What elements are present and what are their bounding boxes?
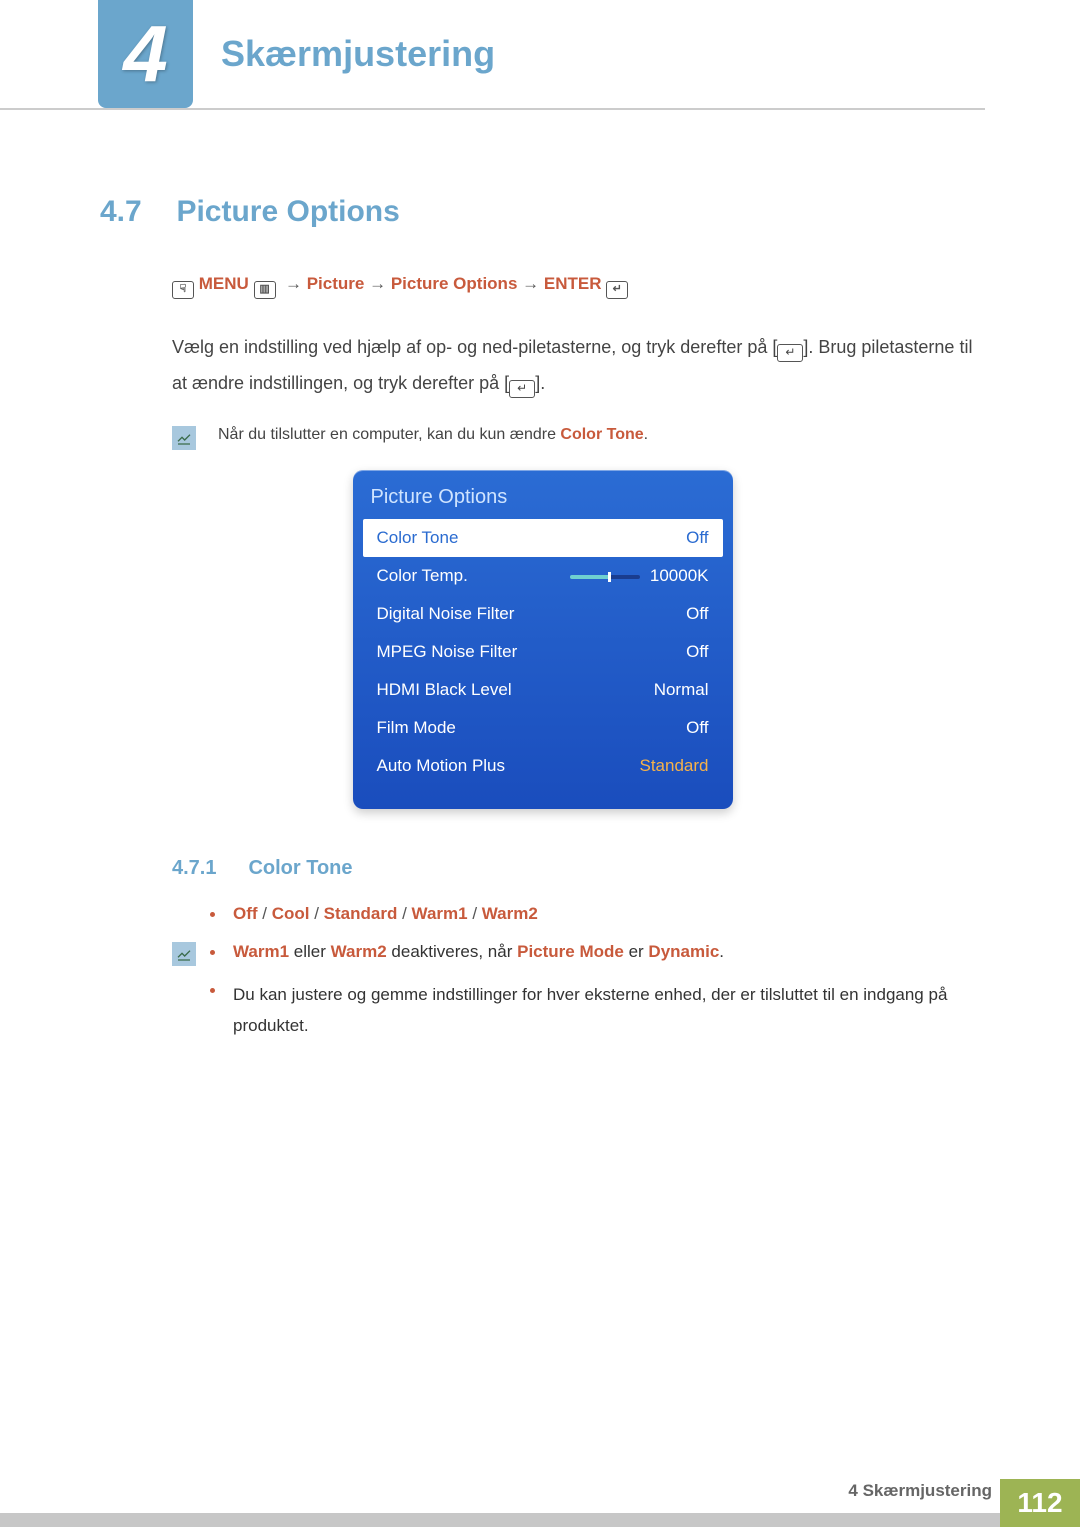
body-p1a: Vælg en indstilling ved hjælp af op- og … bbox=[172, 337, 777, 357]
osd-value: Off bbox=[686, 528, 708, 548]
chapter-number: 4 bbox=[123, 8, 168, 100]
osd-row-film-mode[interactable]: Film Mode Off bbox=[363, 709, 723, 747]
osd-row-mpeg-noise[interactable]: MPEG Noise Filter Off bbox=[363, 633, 723, 671]
osd-value: Off bbox=[686, 604, 708, 624]
slider-icon bbox=[570, 575, 640, 579]
osd-menu: Picture Options Color Tone Off Color Tem… bbox=[353, 470, 733, 809]
page-footer: 4 Skærmjustering 112 bbox=[0, 1479, 1080, 1527]
arrow-icon: → bbox=[369, 274, 386, 293]
nav-picture-options: Picture Options bbox=[391, 274, 518, 293]
osd-row-color-tone[interactable]: Color Tone Off bbox=[363, 519, 723, 557]
nav-picture: Picture bbox=[307, 274, 365, 293]
footer-chapter-label: 4 Skærmjustering bbox=[98, 1479, 1000, 1527]
osd-label: Digital Noise Filter bbox=[377, 604, 515, 624]
body-p1c: ]. bbox=[535, 373, 545, 393]
osd-label: HDMI Black Level bbox=[377, 680, 512, 700]
bullet-warm-note: Warm1 eller Warm2 deaktiveres, når Pictu… bbox=[210, 942, 985, 962]
osd-row-auto-motion[interactable]: Auto Motion Plus Standard bbox=[363, 747, 723, 785]
remote-icon: ☟ bbox=[172, 281, 194, 299]
note-row: Når du tilslutter en computer, kan du ku… bbox=[172, 426, 985, 450]
bullet-save-note: Du kan justere og gemme indstillinger fo… bbox=[210, 980, 985, 1041]
section-number: 4.7 bbox=[100, 195, 172, 229]
enter-icon: ↵ bbox=[777, 344, 803, 362]
osd-label: Color Tone bbox=[377, 528, 459, 548]
nav-enter: ENTER bbox=[544, 274, 602, 293]
bullet-icon bbox=[210, 912, 215, 917]
chapter-title: Skærmjustering bbox=[221, 33, 495, 75]
note-icon bbox=[172, 942, 196, 966]
osd-value: Off bbox=[686, 642, 708, 662]
subsection-number: 4.7.1 bbox=[172, 857, 244, 880]
osd-title: Picture Options bbox=[371, 486, 715, 509]
menu-navigation-path: ☟ MENU ▥ → Picture → Picture Options → E… bbox=[172, 274, 985, 299]
osd-value: 10000K bbox=[650, 566, 709, 585]
subsection-heading: 4.7.1 Color Tone bbox=[172, 857, 985, 880]
subsection-title: Color Tone bbox=[248, 857, 352, 880]
body-paragraph: Vælg en indstilling ved hjælp af op- og … bbox=[172, 329, 985, 401]
menu-grid-icon: ▥ bbox=[254, 281, 276, 299]
osd-row-color-temp[interactable]: Color Temp. 10000K bbox=[363, 557, 723, 595]
note-icon bbox=[172, 426, 196, 450]
section-title: Picture Options bbox=[176, 195, 399, 229]
osd-label: Film Mode bbox=[377, 718, 456, 738]
osd-value: Standard bbox=[640, 756, 709, 776]
bullet-options: Off / Cool / Standard / Warm1 / Warm2 bbox=[210, 904, 985, 924]
arrow-icon: → bbox=[285, 274, 302, 293]
osd-row-digital-noise[interactable]: Digital Noise Filter Off bbox=[363, 595, 723, 633]
bullet-list: Off / Cool / Standard / Warm1 / Warm2 Wa… bbox=[210, 904, 985, 1041]
osd-label: MPEG Noise Filter bbox=[377, 642, 518, 662]
chapter-header: 4 Skærmjustering bbox=[0, 0, 985, 110]
bullet-icon bbox=[210, 950, 215, 955]
note-text: Når du tilslutter en computer, kan du ku… bbox=[218, 426, 648, 444]
section-heading: 4.7 Picture Options bbox=[100, 195, 985, 229]
nav-menu: MENU bbox=[199, 274, 249, 293]
arrow-icon: → bbox=[522, 274, 539, 293]
osd-row-hdmi-black[interactable]: HDMI Black Level Normal bbox=[363, 671, 723, 709]
osd-label: Color Temp. bbox=[377, 566, 468, 586]
osd-value: Normal bbox=[654, 680, 709, 700]
osd-value: Off bbox=[686, 718, 708, 738]
bullet-icon bbox=[210, 988, 215, 993]
osd-value-wrap: 10000K bbox=[570, 566, 709, 586]
enter-icon: ↵ bbox=[606, 281, 628, 299]
footer-accent bbox=[0, 1513, 98, 1527]
page-number: 112 bbox=[1000, 1479, 1080, 1527]
osd-label: Auto Motion Plus bbox=[377, 756, 506, 776]
chapter-number-badge: 4 bbox=[98, 0, 193, 108]
enter-icon: ↵ bbox=[509, 380, 535, 398]
